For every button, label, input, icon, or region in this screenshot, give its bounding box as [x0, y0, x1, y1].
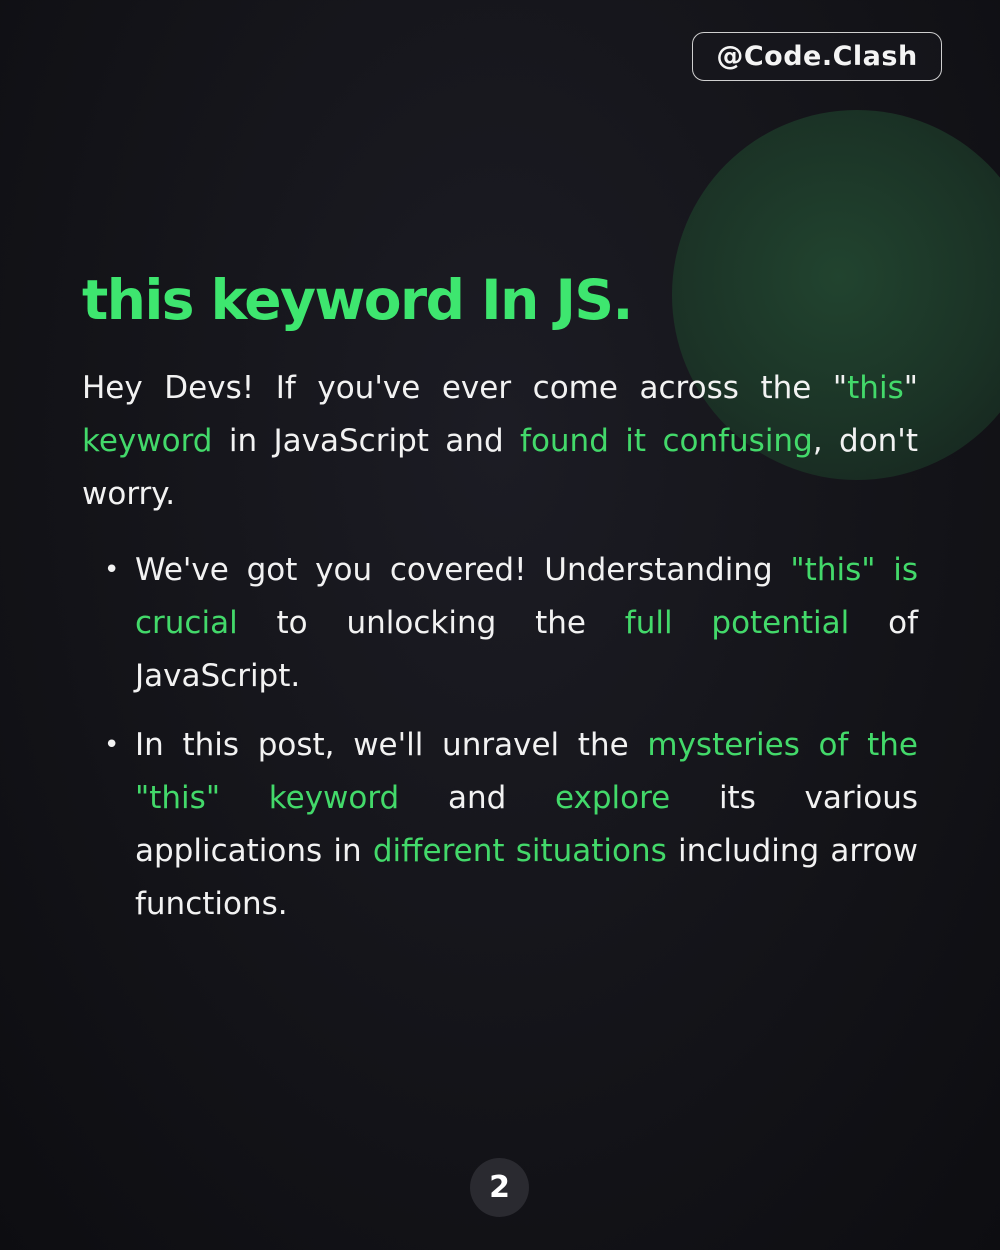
bullet-text: In this post, we'll unravel the — [135, 727, 648, 763]
intro-text: Hey Devs! If you've ever come across the… — [82, 370, 848, 406]
page-number-badge: 2 — [470, 1158, 529, 1217]
bullet-text: and — [399, 780, 555, 816]
intro-text: " — [903, 370, 918, 406]
bullet-item: • In this post, we'll unravel the mysteri… — [82, 719, 918, 931]
bullet-text: We've got you covered! Understanding — [135, 552, 791, 588]
bullet-item: • We've got you covered! Understanding "t… — [82, 544, 918, 703]
bullet-highlight: explore — [554, 780, 671, 816]
account-handle: @Code.Clash — [716, 41, 918, 72]
body-content: Hey Devs! If you've ever come across the… — [82, 362, 918, 947]
account-handle-badge: @Code.Clash — [692, 32, 942, 81]
intro-paragraph: Hey Devs! If you've ever come across the… — [82, 362, 918, 521]
intro-text: in JavaScript and — [212, 423, 521, 459]
bullet-dot: • — [104, 555, 120, 585]
bullet-highlight: different situations — [372, 833, 667, 869]
bullet-text: to unlocking the — [237, 605, 625, 641]
page-title: this keyword In JS. — [82, 268, 633, 332]
intro-highlight: found it confusing — [520, 423, 813, 459]
bullet-highlight: full potential — [624, 605, 850, 641]
page-number: 2 — [489, 1170, 510, 1205]
bullet-list: • We've got you covered! Understanding "t… — [82, 544, 918, 931]
intro-highlight: keyword — [82, 423, 213, 459]
bullet-dot: • — [104, 730, 120, 760]
intro-highlight: this — [847, 370, 904, 406]
